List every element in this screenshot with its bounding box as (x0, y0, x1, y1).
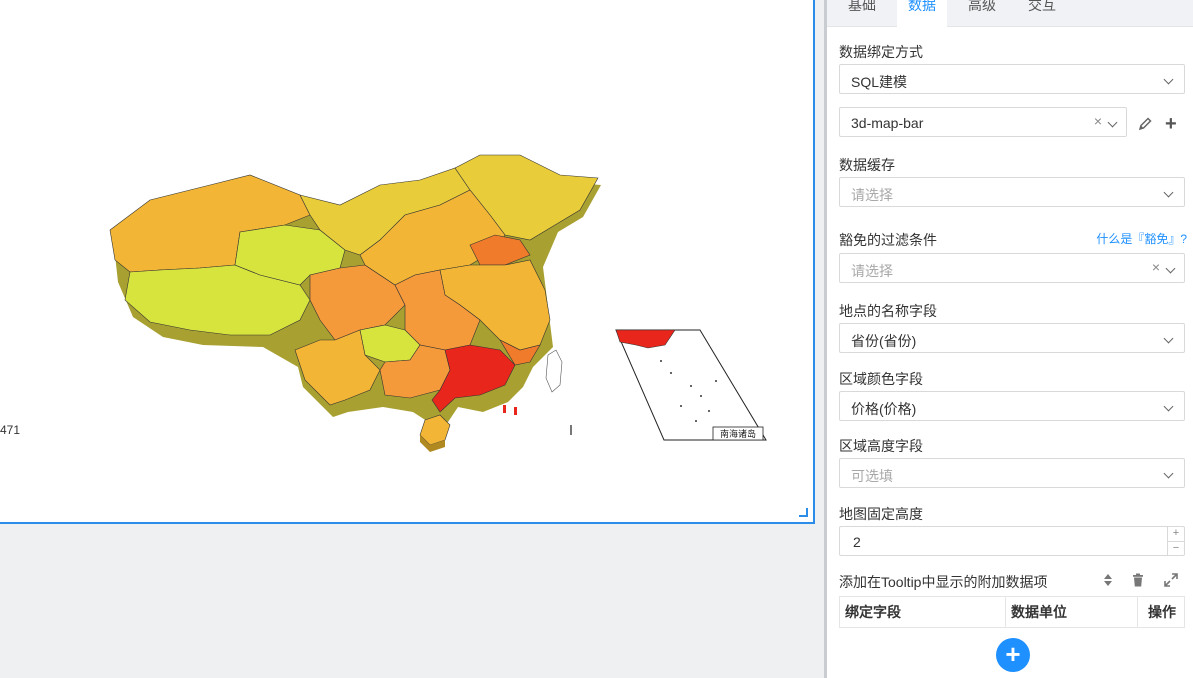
filter-select[interactable]: 请选择 × (839, 253, 1185, 283)
canvas-area: 南海诸岛 471 (0, 0, 826, 678)
fixed-height-input[interactable]: 2 + − (839, 526, 1185, 556)
tab-data[interactable]: 数据 (897, 0, 947, 27)
chevron-down-icon (1163, 74, 1174, 85)
clear-icon[interactable]: × (1094, 114, 1102, 128)
resize-handle[interactable] (799, 508, 808, 517)
binding-mode-label: 数据绑定方式 (839, 44, 923, 60)
china-3d-map: 南海诸岛 (109, 154, 767, 452)
property-panel: 基础 数据 高级 交互 数据绑定方式 SQL建模 3d-map-bar × + … (827, 0, 1193, 678)
inset-label: 南海诸岛 (720, 428, 756, 439)
region-taiwan[interactable] (545, 349, 563, 393)
edge-value-label: 471 (0, 423, 21, 437)
tab-advanced[interactable]: 高级 (968, 0, 1008, 26)
column-header: 数据单位 (1005, 597, 1137, 627)
expand-icon[interactable] (1163, 572, 1179, 588)
map-chart-widget[interactable]: 南海诸岛 471 (0, 0, 815, 524)
location-field-select[interactable]: 省份(省份) (839, 323, 1185, 353)
model-select[interactable]: 3d-map-bar × (839, 107, 1127, 137)
number-stepper: + − (1167, 527, 1184, 555)
clear-icon[interactable]: × (1152, 260, 1160, 274)
height-field-select[interactable]: 可选填 (839, 458, 1185, 488)
pencil-icon[interactable] (1137, 116, 1153, 132)
tooltip-items-label: 添加在Tooltip中显示的附加数据项 (839, 574, 1048, 590)
chevron-down-icon (1107, 117, 1118, 128)
tab-interaction[interactable]: 交互 (1028, 0, 1068, 26)
decrement-button[interactable]: − (1168, 542, 1184, 556)
panel-tabs: 基础 数据 高级 交互 (827, 0, 1193, 27)
chevron-down-icon (1163, 333, 1174, 344)
fixed-height-label: 地图固定高度 (839, 506, 923, 522)
column-header: 操作 (1137, 597, 1184, 627)
chevron-down-icon (1163, 401, 1174, 412)
binding-mode-select[interactable]: SQL建模 (839, 64, 1185, 94)
add-tooltip-item-button[interactable]: + (996, 638, 1030, 672)
tab-basic[interactable]: 基础 (848, 0, 888, 26)
color-field-select[interactable]: 价格(价格) (839, 391, 1185, 421)
increment-button[interactable]: + (1168, 527, 1184, 542)
sort-icon[interactable] (1100, 572, 1116, 588)
cache-select[interactable]: 请选择 (839, 177, 1185, 207)
column-header: 绑定字段 (845, 604, 901, 620)
tooltip-items-table: 绑定字段 数据单位 操作 (839, 596, 1185, 628)
filter-label: 豁免的过滤条件 (839, 232, 937, 248)
height-field-label: 区域高度字段 (839, 438, 923, 454)
location-field-label: 地点的名称字段 (839, 303, 937, 319)
trash-icon[interactable] (1130, 572, 1146, 588)
color-field-label: 区域颜色字段 (839, 371, 923, 387)
chevron-down-icon (1163, 468, 1174, 479)
chevron-down-icon (1165, 263, 1176, 274)
south-china-sea-inset: 南海诸岛 (615, 329, 767, 441)
chevron-down-icon (1163, 187, 1174, 198)
plus-icon[interactable]: + (1165, 114, 1177, 134)
exempt-help-link[interactable]: 什么是『豁免』? (1096, 230, 1187, 247)
cache-label: 数据缓存 (839, 157, 895, 173)
